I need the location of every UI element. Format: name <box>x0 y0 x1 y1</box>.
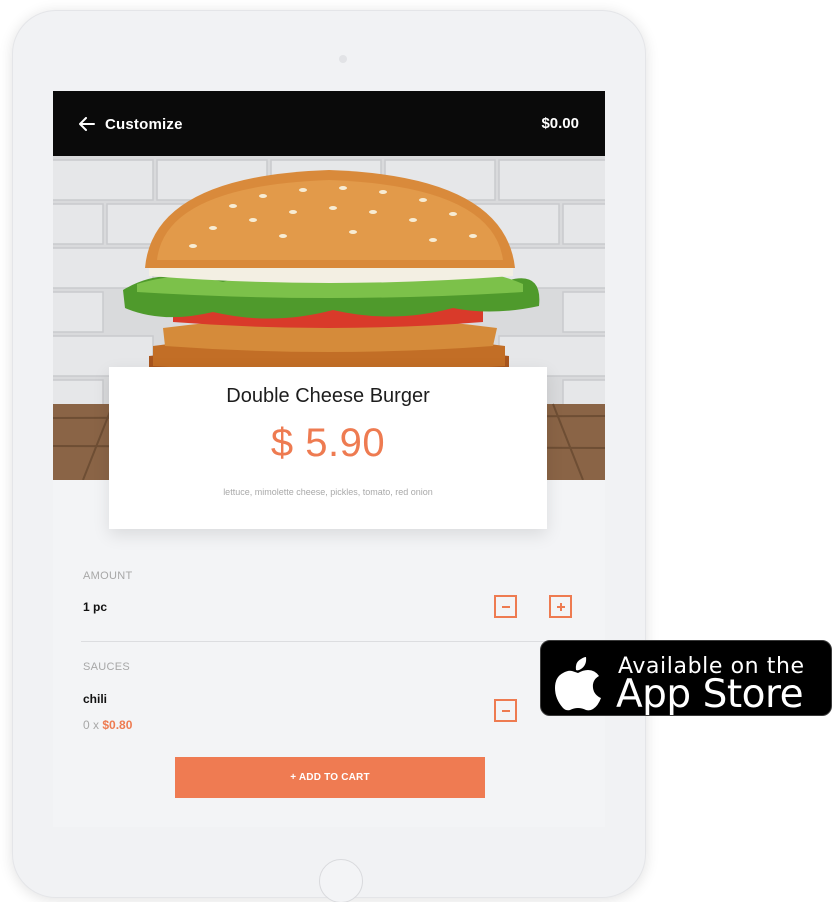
product-price: $ 5.90 <box>270 421 386 465</box>
app-store-badge[interactable]: Available on the App Store <box>540 640 832 716</box>
front-camera <box>339 55 347 63</box>
plus-icon <box>556 602 565 611</box>
cart-total: $0.00 <box>541 115 579 132</box>
product-card: Double Cheese Burger $ 5.90 lettuce, mim… <box>109 367 547 529</box>
amount-increase-button[interactable] <box>549 595 572 618</box>
app-screen: Customize $0.00 Double Cheese Burger $ 5… <box>53 91 605 827</box>
amount-label: AMOUNT <box>83 570 133 582</box>
page-title: Customize <box>105 115 183 133</box>
apple-logo-icon <box>555 657 601 711</box>
section-divider <box>81 641 577 642</box>
home-button[interactable] <box>319 859 363 902</box>
sauce-unit-price: $0.80 <box>102 718 133 732</box>
sauces-label: SAUCES <box>83 661 131 673</box>
minus-icon <box>501 709 510 712</box>
back-button[interactable]: Customize <box>79 114 183 134</box>
sauce-decrease-button[interactable] <box>494 699 517 722</box>
product-description: lettuce, mimolette cheese, pickles, toma… <box>223 487 433 497</box>
sauce-quantity: 0 x <box>83 718 103 732</box>
top-bar: Customize $0.00 <box>53 91 605 156</box>
product-name: Double Cheese Burger <box>226 385 430 407</box>
sauce-item-price: 0 x $0.80 <box>83 718 132 732</box>
amount-value: 1 pc <box>83 600 108 614</box>
arrow-left-icon <box>79 117 95 131</box>
sauce-item-name: chili <box>83 692 108 706</box>
badge-line-2: App Store <box>616 672 804 717</box>
add-to-cart-button[interactable]: + ADD TO CART <box>175 757 485 798</box>
minus-icon <box>501 605 510 608</box>
amount-decrease-button[interactable] <box>494 595 517 618</box>
